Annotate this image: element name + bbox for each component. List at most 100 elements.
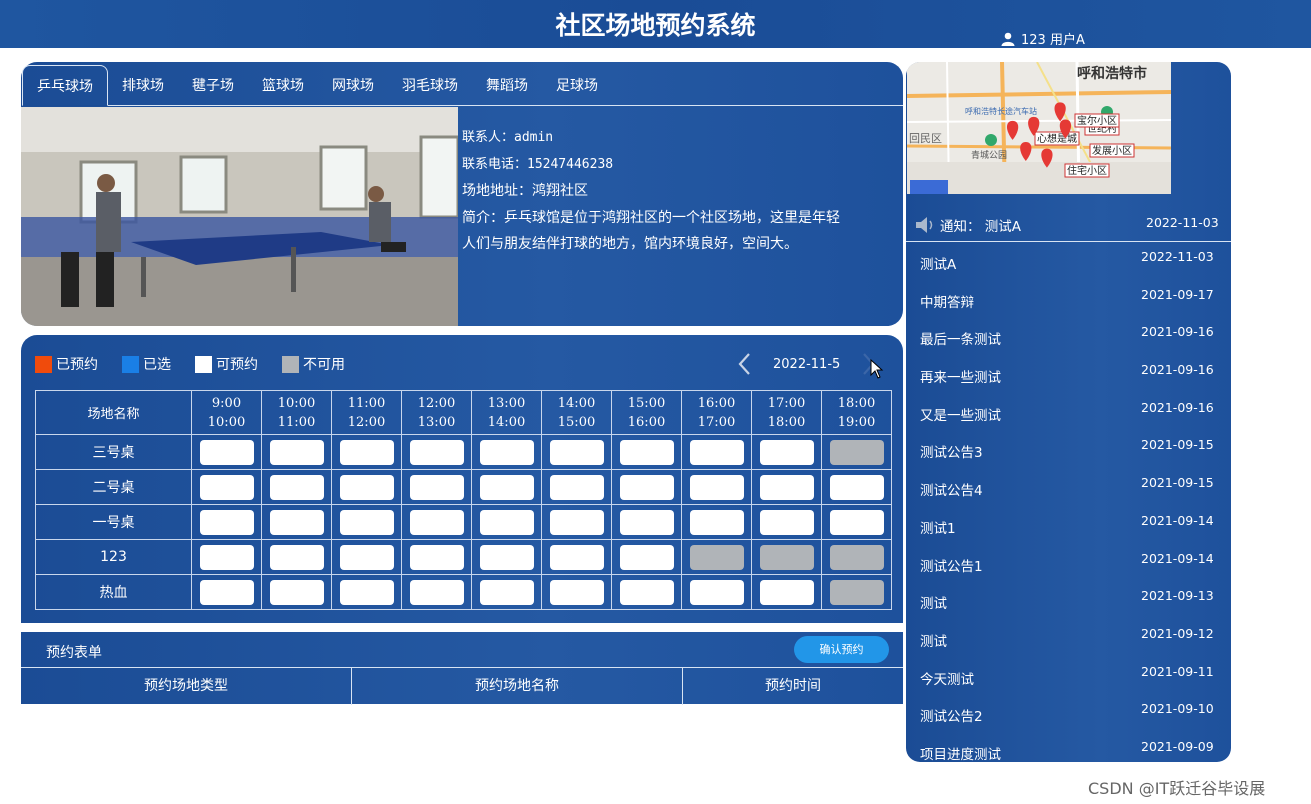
prev-day-icon[interactable] — [737, 352, 751, 376]
tab-4[interactable]: 网球场 — [318, 65, 388, 105]
slot-available-button[interactable] — [619, 544, 674, 570]
slot-available-button[interactable] — [409, 509, 464, 535]
slot-unavailable — [689, 544, 744, 570]
tab-1[interactable]: 排球场 — [108, 65, 178, 105]
venue-name-cell: 二号桌 — [35, 469, 192, 505]
slot-available-button[interactable] — [339, 474, 394, 500]
notice-item[interactable]: 测试公告1 2021-09-14 — [906, 545, 1231, 583]
slot-cell — [751, 469, 822, 505]
notice-item[interactable]: 测试 2021-09-12 — [906, 620, 1231, 658]
slot-available-button[interactable] — [269, 439, 324, 465]
tab-6[interactable]: 舞蹈场 — [472, 65, 542, 105]
slot-available-button[interactable] — [619, 474, 674, 500]
current-date: 2022-11-5 — [773, 356, 841, 372]
slot-start: 9:00 — [211, 395, 242, 411]
slot-available-button[interactable] — [479, 474, 534, 500]
slot-available-button[interactable] — [479, 509, 534, 535]
slot-end: 11:00 — [277, 414, 316, 430]
user-info[interactable]: 123 用户A — [1001, 29, 1085, 48]
slot-available-button[interactable] — [339, 544, 394, 570]
slot-cell — [471, 434, 542, 470]
slot-available-button[interactable] — [199, 474, 254, 500]
slot-available-button[interactable] — [549, 579, 604, 605]
slot-available-button[interactable] — [199, 439, 254, 465]
tab-3[interactable]: 篮球场 — [248, 65, 318, 105]
slot-available-button[interactable] — [829, 474, 884, 500]
notice-item[interactable]: 又是一些测试 2021-09-16 — [906, 394, 1231, 432]
notice-item[interactable]: 今天测试 2021-09-11 — [906, 658, 1231, 696]
slot-available-button[interactable] — [199, 544, 254, 570]
slot-available-button[interactable] — [759, 509, 814, 535]
slot-available-button[interactable] — [339, 509, 394, 535]
notice-item[interactable]: 最后一条测试 2021-09-16 — [906, 318, 1231, 356]
slot-available-button[interactable] — [619, 439, 674, 465]
legend-swatch — [35, 355, 52, 373]
slot-available-button[interactable] — [269, 544, 324, 570]
slot-available-button[interactable] — [759, 579, 814, 605]
slot-available-button[interactable] — [479, 439, 534, 465]
slot-cell — [751, 504, 822, 540]
notice-item[interactable]: 项目进度测试 2021-09-09 — [906, 733, 1231, 762]
slot-available-button[interactable] — [199, 509, 254, 535]
slot-available-button[interactable] — [339, 579, 394, 605]
legend-swatch — [195, 355, 212, 373]
slot-available-button[interactable] — [759, 474, 814, 500]
notice-item[interactable]: 测试公告3 2021-09-15 — [906, 431, 1231, 469]
slot-available-button[interactable] — [409, 439, 464, 465]
notice-date: 2021-09-14 — [1141, 550, 1214, 566]
svg-text:住宅小区: 住宅小区 — [1067, 164, 1107, 177]
slot-available-button[interactable] — [409, 579, 464, 605]
slot-available-button[interactable] — [479, 579, 534, 605]
slot-available-button[interactable] — [339, 439, 394, 465]
slot-available-button[interactable] — [689, 474, 744, 500]
slot-available-button[interactable] — [479, 544, 534, 570]
slot-available-button[interactable] — [759, 439, 814, 465]
map-place-label: 心想是城 — [1034, 131, 1080, 146]
notice-item[interactable]: 再来一些测试 2021-09-16 — [906, 356, 1231, 394]
notice-title: 项目进度测试 — [920, 746, 1001, 762]
slot-available-button[interactable] — [269, 509, 324, 535]
notice-header: 通知： 测试A 2022-11-03 — [906, 213, 1231, 242]
tab-0[interactable]: 乒乓球场 — [22, 65, 108, 106]
slot-cell — [681, 434, 752, 470]
slot-start: 14:00 — [557, 395, 596, 411]
venue-tabs: 乒乓球场 排球场 毽子场 篮球场 网球场 羽毛球场 舞蹈场 足球场 — [22, 65, 903, 106]
notice-item[interactable]: 测试A 2022-11-03 — [906, 243, 1231, 281]
notice-item[interactable]: 测试公告4 2021-09-15 — [906, 469, 1231, 507]
slot-cell — [471, 504, 542, 540]
slot-available-button[interactable] — [549, 544, 604, 570]
slot-available-button[interactable] — [829, 509, 884, 535]
slot-available-button[interactable] — [619, 579, 674, 605]
slot-available-button[interactable] — [269, 579, 324, 605]
slot-available-button[interactable] — [549, 474, 604, 500]
notice-item[interactable]: 测试1 2021-09-14 — [906, 507, 1231, 545]
slot-available-button[interactable] — [689, 509, 744, 535]
slot-cell — [541, 469, 612, 505]
slot-available-button[interactable] — [549, 509, 604, 535]
slot-cell — [191, 504, 262, 540]
slot-available-button[interactable] — [409, 544, 464, 570]
notice-item[interactable]: 测试公告2 2021-09-10 — [906, 695, 1231, 733]
notice-title: 最后一条测试 — [920, 332, 1001, 349]
tab-7[interactable]: 足球场 — [542, 65, 612, 105]
slot-available-button[interactable] — [689, 579, 744, 605]
location-map[interactable]: 呼和浩特市 呼和浩特长途汽车站 回民区 青城公园 心想是城 发展小区 住宅小区 世纪村… — [907, 62, 1171, 194]
notice-item[interactable]: 测试 2021-09-13 — [906, 582, 1231, 620]
slot-cell — [541, 574, 612, 610]
confirm-reservation-button[interactable]: 确认预约 — [794, 636, 889, 663]
notice-item[interactable]: 中期答辩 2021-09-17 — [906, 281, 1231, 319]
slot-start: 15:00 — [627, 395, 666, 411]
slot-unavailable — [759, 544, 814, 570]
tab-5[interactable]: 羽毛球场 — [388, 65, 472, 105]
slot-available-button[interactable] — [269, 474, 324, 500]
notice-title: 再来一些测试 — [920, 370, 1001, 387]
slot-cell — [401, 504, 472, 540]
slot-available-button[interactable] — [549, 439, 604, 465]
tab-2[interactable]: 毽子场 — [178, 65, 248, 105]
slot-available-button[interactable] — [689, 439, 744, 465]
slot-available-button[interactable] — [199, 579, 254, 605]
slot-available-button[interactable] — [409, 474, 464, 500]
slot-cell — [821, 574, 892, 610]
slot-available-button[interactable] — [619, 509, 674, 535]
slot-cell — [751, 539, 822, 575]
